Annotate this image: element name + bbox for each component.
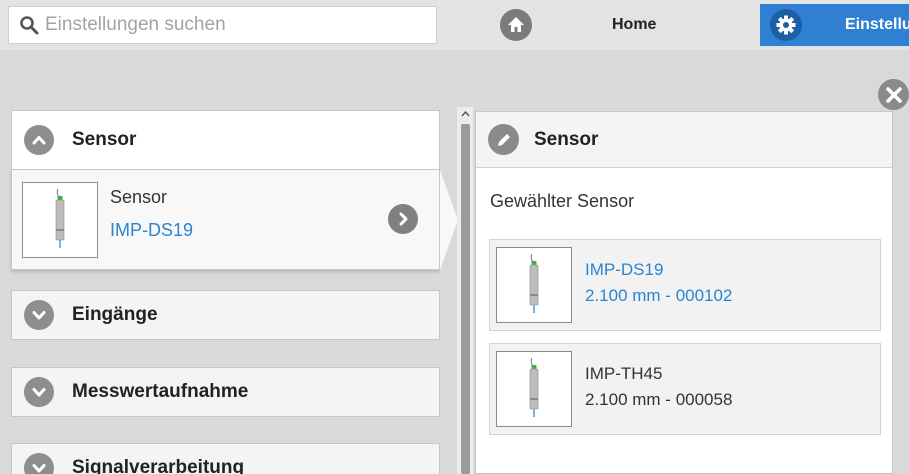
selected-sensor-label: Gewählter Sensor (490, 191, 635, 211)
sensor-option-detail: 2.100 mm - 000058 (585, 390, 733, 409)
close-button[interactable] (878, 79, 909, 110)
detail-title: Sensor (534, 128, 599, 150)
section-title: Messwertaufnahme (72, 381, 249, 402)
chevron-down-icon (24, 300, 54, 330)
search-input[interactable] (45, 14, 425, 36)
chevron-down-icon (24, 453, 54, 474)
pencil-icon (488, 124, 519, 155)
sensor-item-label: Sensor (110, 187, 168, 207)
nav-settings-button[interactable]: Einstellungen (760, 4, 909, 46)
nav-settings-label: Einstellungen (845, 16, 909, 33)
detail-panel: Sensor Gewählter Sensor IMP-DS19 2.100 m… (475, 111, 893, 474)
sensor-item-value: IMP-DS19 (110, 220, 194, 240)
detail-header: Sensor (476, 112, 892, 168)
sensor-option-detail: 2.100 mm - 000102 (585, 286, 733, 305)
section-title: Eingänge (72, 304, 158, 325)
top-bar: Home Einstellungen (0, 0, 909, 50)
search-icon (20, 16, 39, 35)
home-icon (500, 9, 532, 41)
left-scrollbar[interactable] (457, 107, 473, 474)
nav-home-label: Home (612, 16, 657, 33)
sensor-option-name: IMP-DS19 (585, 260, 664, 279)
nav-home-button[interactable]: Home (490, 4, 750, 46)
search-box[interactable] (8, 6, 437, 44)
chevron-right-icon[interactable] (388, 204, 418, 234)
section-messwertaufnahme-header[interactable]: Messwertaufnahme (11, 367, 440, 417)
sensor-option-name: IMP-TH45 (585, 364, 663, 383)
section-sensor-header[interactable]: Sensor (11, 110, 440, 170)
section-title: Signalverarbeitung (72, 457, 245, 474)
panel-connector (440, 170, 458, 270)
gear-icon (770, 9, 802, 41)
settings-tree: Sensor Sensor IMP-DS19 Eingänge Messwert… (8, 107, 440, 474)
section-eingaenge-header[interactable]: Eingänge (11, 290, 440, 340)
chevron-up-icon (24, 125, 54, 155)
sensor-option[interactable]: IMP-DS19 2.100 mm - 000102 (489, 239, 881, 331)
sensor-option[interactable]: IMP-TH45 2.100 mm - 000058 (489, 343, 881, 435)
section-title: Sensor (72, 129, 137, 150)
sensor-probe-icon (496, 351, 572, 427)
sensor-probe-icon (496, 247, 572, 323)
scroll-up-icon[interactable] (457, 107, 473, 121)
section-signalverarbeitung-header[interactable]: Signalverarbeitung (11, 443, 440, 474)
scrollbar-thumb[interactable] (461, 124, 470, 474)
close-icon (885, 86, 902, 103)
sensor-setting-item[interactable]: Sensor IMP-DS19 (11, 170, 440, 270)
chevron-down-icon (24, 377, 54, 407)
sensor-probe-icon (22, 182, 98, 258)
